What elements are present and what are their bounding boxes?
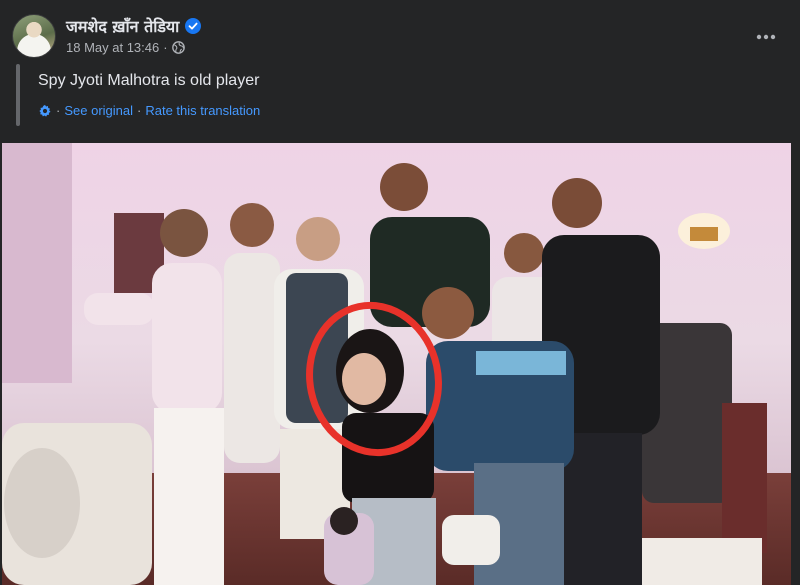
post-text: Spy Jyoti Malhotra is old player <box>38 72 260 89</box>
translation-separator: · <box>137 103 142 118</box>
post-meta: 18 May at 13:46 · <box>66 40 185 55</box>
meta-separator: · <box>163 40 168 55</box>
rate-translation-link[interactable]: Rate this translation <box>145 103 260 118</box>
avatar[interactable] <box>12 14 56 58</box>
globe-icon[interactable] <box>171 41 185 54</box>
post-photo[interactable] <box>2 143 791 585</box>
more-horizontal-icon <box>756 27 776 45</box>
post-header: जमशेद ख़ाँन तेडिया 18 May at 13:46 · <box>12 12 788 62</box>
quote-bar <box>16 64 20 126</box>
author-name[interactable]: जमशेद ख़ाँन तेडिया <box>66 15 202 37</box>
translation-separator: · <box>56 103 61 118</box>
translation-row: · See original · Rate this translation <box>38 103 260 118</box>
verified-badge-icon <box>185 18 202 34</box>
group-photo-illustration <box>2 143 791 585</box>
post-timestamp[interactable]: 18 May at 13:46 <box>66 40 159 55</box>
author-name-text[interactable]: जमशेद ख़ाँन तेडिया <box>66 15 179 37</box>
gear-icon[interactable] <box>38 104 52 118</box>
more-options-button[interactable] <box>750 20 782 52</box>
see-original-link[interactable]: See original <box>64 103 133 118</box>
